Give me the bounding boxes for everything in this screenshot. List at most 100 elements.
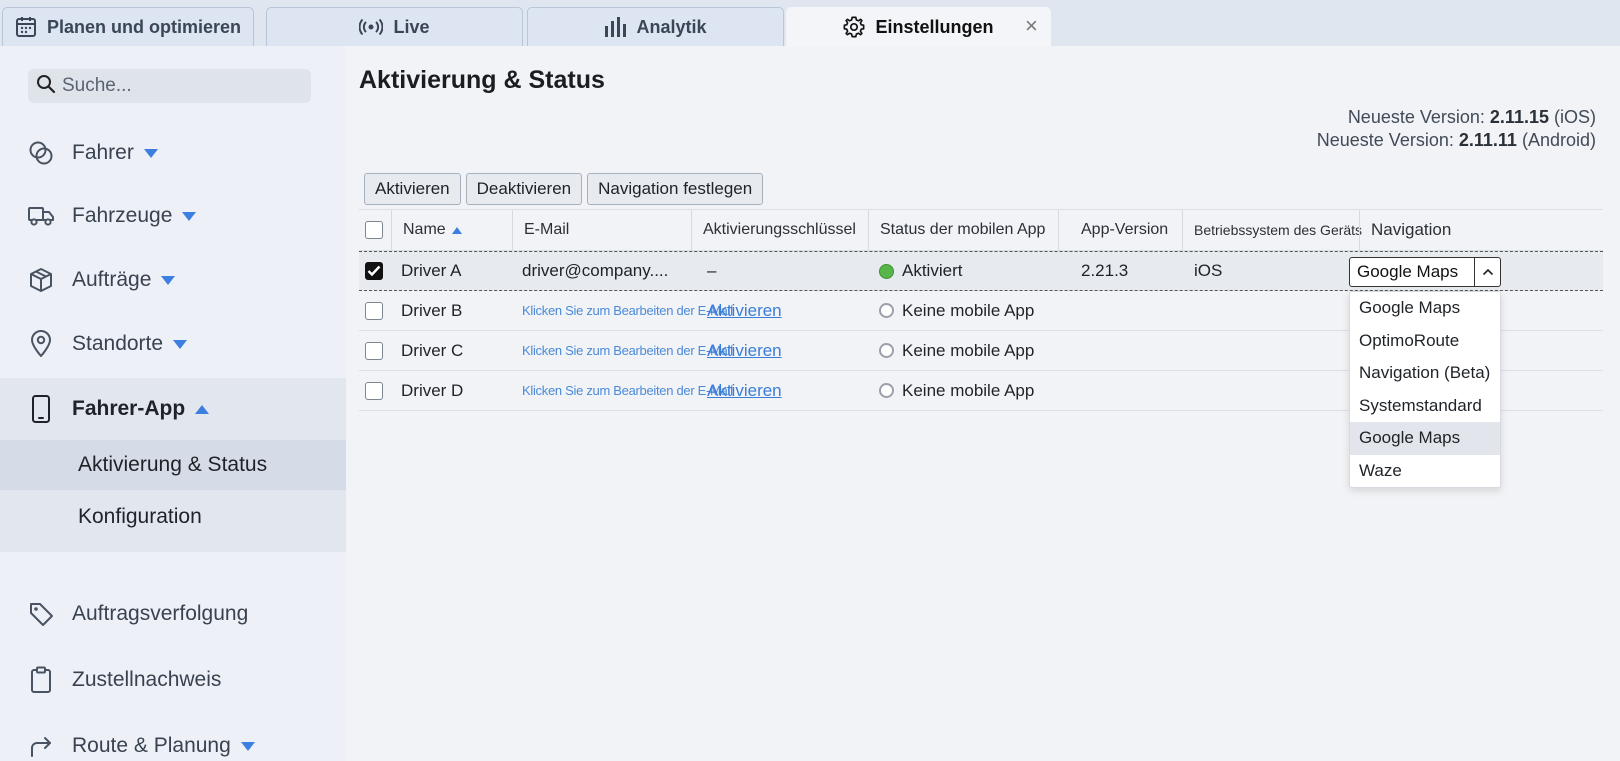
row-checkbox[interactable]: [365, 341, 383, 360]
select-all-cell: [365, 210, 383, 250]
activate-button[interactable]: Aktivieren: [364, 173, 461, 205]
row-checkbox-cell: [365, 252, 383, 290]
header-label: E-Mail: [524, 221, 570, 238]
set-navigation-button[interactable]: Navigation festlegen: [587, 173, 764, 205]
activate-link[interactable]: Aktivieren: [707, 341, 782, 361]
status-active-icon: [879, 263, 894, 279]
navigation-options-menu: Google Maps OptimoRoute Navigation (Beta…: [1349, 291, 1501, 488]
driver-name: Driver D: [401, 380, 464, 400]
row-checkbox[interactable]: [365, 262, 383, 280]
navigation-option[interactable]: Google Maps: [1350, 292, 1500, 325]
chevron-down-icon: [143, 148, 158, 158]
select-all-checkbox[interactable]: [365, 221, 383, 239]
tab-label: Planen und optimieren: [46, 16, 242, 37]
tab-plan-optimize[interactable]: Planen und optimieren: [2, 7, 254, 46]
header-label: Status der mobilen App: [880, 221, 1046, 238]
close-tab-icon[interactable]: ×: [1025, 15, 1038, 37]
header-label: App-Version: [1081, 221, 1169, 238]
chevron-up-icon: [195, 404, 210, 414]
sidebar-item-label: Fahrer-App: [72, 397, 186, 420]
app-status: Keine mobile App: [879, 331, 1034, 370]
tab-settings[interactable]: Einstellungen: [786, 7, 1051, 46]
search-icon: [36, 74, 56, 99]
header-name[interactable]: Name: [391, 210, 462, 250]
version-platform: (Android): [1521, 130, 1596, 150]
status-label: Aktiviert: [902, 261, 963, 280]
status-label: Keine mobile App: [902, 340, 1035, 360]
header-navigation[interactable]: Navigation: [1359, 210, 1451, 250]
sidebar-item-label: Standorte: [72, 332, 164, 355]
tag-icon: [27, 600, 55, 628]
sidebar-item-driver-app[interactable]: Fahrer-App: [0, 378, 346, 440]
sidebar-item-order-tracking[interactable]: Auftragsverfolgung: [0, 583, 346, 645]
action-toolbar: Aktivieren Deaktivieren Navigation festl…: [364, 173, 764, 205]
sidebar-item-label: Route & Planung: [72, 734, 231, 757]
sidebar-item-proof-of-delivery[interactable]: Zustellnachweis: [0, 649, 346, 711]
sidebar-item-label: Zustellnachweis: [72, 668, 222, 691]
app-status: Keine mobile App: [879, 371, 1034, 410]
navigation-option[interactable]: OptimoRoute: [1350, 325, 1500, 358]
truck-icon: [27, 202, 55, 230]
sidebar-subitem-activation-status[interactable]: Aktivierung & Status: [0, 440, 346, 490]
bar-chart-icon: [604, 17, 627, 37]
driver-email[interactable]: driver@company....: [522, 252, 668, 290]
sidebar-item-label: Fahrer: [72, 141, 134, 164]
tab-analytics[interactable]: Analytik: [527, 7, 784, 46]
box-icon: [27, 266, 55, 294]
checkmark-icon: [367, 265, 381, 277]
version-prefix: Neueste Version:: [1347, 107, 1485, 127]
edit-email-link[interactable]: Klicken Sie zum Bearbeiten der E-Mail: [522, 331, 733, 370]
drivers-icon: [27, 139, 55, 167]
navigation-option-highlighted[interactable]: Google Maps: [1350, 422, 1500, 455]
tab-live[interactable]: Live: [266, 7, 523, 46]
navigation-option[interactable]: Systemstandard: [1350, 390, 1500, 423]
activation-key-cell: Aktivieren: [707, 291, 782, 330]
sidebar-item-orders[interactable]: Aufträge: [0, 249, 346, 311]
gear-icon: [843, 16, 865, 38]
device-os: iOS: [1194, 261, 1223, 280]
navigation-select-value: Google Maps: [1357, 262, 1459, 281]
chevron-up-icon[interactable]: [1474, 258, 1500, 286]
header-app-status[interactable]: Status der mobilen App: [868, 210, 1045, 250]
version-prefix: Neueste Version:: [1316, 130, 1454, 150]
sidebar-item-vehicles[interactable]: Fahrzeuge: [0, 185, 346, 247]
header-label: Name: [403, 221, 446, 238]
header-label: Aktivierungsschlüssel: [703, 221, 856, 238]
sidebar-subitem-configuration[interactable]: Konfiguration: [0, 492, 346, 542]
navigation-option[interactable]: Navigation (Beta): [1350, 357, 1500, 390]
row-checkbox-cell: [365, 291, 383, 330]
chevron-down-icon: [182, 211, 197, 221]
tab-label: Einstellungen: [875, 16, 994, 37]
table-header-row: Name E-Mail Aktivierungsschlüssel Status…: [359, 209, 1603, 251]
header-email[interactable]: E-Mail: [512, 210, 569, 250]
activate-link[interactable]: Aktivieren: [707, 301, 782, 321]
navigation-select[interactable]: Google Maps: [1349, 257, 1501, 287]
edit-email-link[interactable]: Klicken Sie zum Bearbeiten der E-Mail: [522, 371, 733, 410]
header-activation-key[interactable]: Aktivierungsschlüssel: [691, 210, 856, 250]
activation-key-cell: Aktivieren: [707, 331, 782, 370]
deactivate-button[interactable]: Deaktivieren: [465, 173, 583, 205]
version-number: 2.11.11: [1458, 130, 1517, 150]
sidebar-item-route-planning[interactable]: Route & Planung: [0, 715, 346, 761]
row-checkbox[interactable]: [365, 301, 383, 320]
driver-name: Driver A: [401, 261, 462, 280]
header-label: Navigation: [1371, 220, 1452, 239]
version-platform: (iOS): [1554, 107, 1596, 127]
header-os[interactable]: Betriebssystem des Geräts: [1182, 210, 1362, 250]
sidebar-item-label: Auftragsverfolgung: [72, 602, 249, 625]
latest-versions: Neueste Version: 2.11.15 (iOS) Neueste V…: [1317, 106, 1596, 152]
header-app-version[interactable]: App-Version: [1058, 210, 1168, 250]
navigation-option[interactable]: Waze: [1350, 455, 1500, 488]
row-checkbox-cell: [365, 331, 383, 370]
row-checkbox[interactable]: [365, 381, 383, 400]
activation-key-cell: Aktivieren: [707, 371, 782, 410]
search-input[interactable]: Suche...: [28, 69, 311, 103]
sidebar-item-locations[interactable]: Standorte: [0, 313, 346, 375]
route-arrow-icon: [27, 732, 55, 760]
edit-email-link[interactable]: Klicken Sie zum Bearbeiten der E-Mail: [522, 291, 733, 330]
sidebar-item-drivers[interactable]: Fahrer: [0, 122, 346, 184]
activate-link[interactable]: Aktivieren: [707, 381, 782, 401]
page-title: Aktivierung & Status: [359, 66, 605, 94]
status-inactive-icon: [879, 383, 894, 398]
app-status: Aktiviert: [879, 252, 962, 290]
